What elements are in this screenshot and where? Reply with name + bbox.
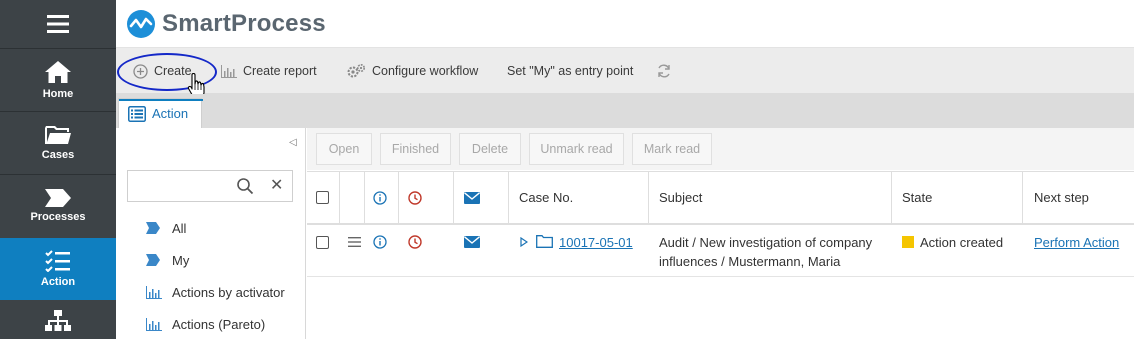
column-divider bbox=[508, 172, 509, 226]
clock-icon[interactable] bbox=[408, 191, 422, 205]
grid-area: Open Finished Delete Unmark read Mark re… bbox=[307, 128, 1134, 339]
nav-item-home[interactable]: Home bbox=[0, 49, 116, 111]
configure-workflow-label: Configure workflow bbox=[372, 64, 479, 78]
checklist-icon bbox=[45, 250, 70, 272]
clear-search-icon[interactable]: ✕ bbox=[270, 175, 283, 195]
tag-icon bbox=[146, 222, 160, 234]
refresh-icon bbox=[658, 64, 670, 78]
tab-action[interactable]: Action bbox=[118, 98, 203, 128]
column-divider bbox=[398, 172, 399, 226]
filter-panel: ◁ ✕ All My Actions by activator Actions … bbox=[116, 128, 306, 339]
app-header: SmartProcess bbox=[116, 0, 1134, 48]
unmark-read-button[interactable]: Unmark read bbox=[529, 133, 624, 165]
tab-strip: Action bbox=[116, 94, 1134, 128]
refresh-button[interactable] bbox=[656, 62, 672, 80]
tab-active-indicator bbox=[119, 99, 203, 101]
subject-line: Audit / New investigation of company bbox=[659, 235, 873, 250]
filter-item-my[interactable]: My bbox=[146, 250, 189, 270]
nav-item-processes[interactable]: Processes bbox=[0, 175, 116, 237]
menu-icon[interactable] bbox=[0, 0, 116, 48]
grid-header: Case No. Subject State Next step bbox=[307, 171, 1134, 226]
folder-icon bbox=[45, 126, 71, 144]
clock-icon[interactable] bbox=[408, 235, 422, 249]
filter-item-actions-pareto[interactable]: Actions (Pareto) bbox=[146, 314, 265, 334]
nav-item-organization[interactable] bbox=[0, 302, 116, 339]
filter-item-label: Actions by activator bbox=[172, 284, 285, 300]
finished-button[interactable]: Finished bbox=[380, 133, 451, 165]
filter-item-label: Actions (Pareto) bbox=[172, 316, 266, 332]
bar-chart-icon bbox=[221, 64, 237, 78]
create-report-label: Create report bbox=[243, 64, 317, 78]
column-divider bbox=[339, 172, 340, 226]
grid-action-bar: Open Finished Delete Unmark read Mark re… bbox=[307, 128, 1134, 170]
state-cell: Action created bbox=[902, 235, 1003, 250]
filter-search-input[interactable] bbox=[134, 177, 234, 195]
mark-read-button[interactable]: Mark read bbox=[632, 133, 712, 165]
next-step-link[interactable]: Perform Action bbox=[1034, 235, 1119, 250]
create-button[interactable]: Create bbox=[133, 62, 192, 80]
create-report-button[interactable]: Create report bbox=[221, 62, 317, 80]
org-chart-icon bbox=[45, 310, 71, 331]
row-checkbox[interactable] bbox=[316, 236, 329, 249]
case-number-link[interactable]: 10017-05-01 bbox=[559, 235, 633, 250]
info-icon[interactable] bbox=[373, 191, 387, 205]
subject-line: influences / Mustermann, Maria bbox=[659, 254, 841, 269]
column-header-case-no[interactable]: Case No. bbox=[519, 190, 573, 205]
nav-item-label: Home bbox=[42, 88, 74, 100]
bar-chart-icon bbox=[146, 317, 162, 331]
state-color-indicator bbox=[902, 236, 914, 248]
filter-item-all[interactable]: All bbox=[146, 218, 186, 238]
process-icon bbox=[45, 189, 71, 207]
column-divider bbox=[453, 172, 454, 226]
gears-icon bbox=[347, 63, 366, 78]
folder-icon bbox=[536, 235, 553, 248]
filter-item-label: My bbox=[172, 252, 190, 268]
search-icon[interactable] bbox=[236, 177, 254, 195]
table-row[interactable]: 10017-05-01 Audit / New investigation of… bbox=[307, 225, 1134, 277]
left-navigation: Home Cases Processes Action bbox=[0, 0, 116, 339]
home-icon bbox=[45, 61, 71, 83]
list-icon bbox=[128, 105, 146, 122]
set-entry-point-label: Set "My" as entry point bbox=[507, 64, 634, 78]
column-divider bbox=[891, 172, 892, 226]
configure-workflow-button[interactable]: Configure workflow bbox=[346, 62, 478, 80]
smartprocess-logo-icon bbox=[127, 10, 155, 38]
app-name: SmartProcess bbox=[162, 10, 326, 37]
tag-icon bbox=[146, 254, 160, 266]
open-button[interactable]: Open bbox=[316, 133, 372, 165]
state-label: Action created bbox=[920, 235, 1004, 250]
toolbar: Create Create report Configure workflow … bbox=[116, 48, 1134, 94]
expand-arrow-icon[interactable] bbox=[520, 237, 528, 247]
column-divider bbox=[364, 172, 365, 226]
nav-item-label: Processes bbox=[30, 211, 86, 223]
select-all-checkbox[interactable] bbox=[316, 191, 329, 204]
mail-icon[interactable] bbox=[464, 236, 480, 248]
column-header-subject[interactable]: Subject bbox=[659, 190, 702, 205]
mail-icon[interactable] bbox=[464, 192, 480, 204]
delete-button[interactable]: Delete bbox=[459, 133, 521, 165]
column-divider bbox=[648, 172, 649, 226]
column-divider bbox=[1022, 172, 1023, 226]
bar-chart-icon bbox=[146, 285, 162, 299]
nav-item-label: Action bbox=[40, 276, 76, 288]
create-label: Create bbox=[154, 64, 192, 78]
filter-search: ✕ bbox=[127, 170, 293, 202]
collapse-panel-icon[interactable]: ◁ bbox=[289, 137, 297, 148]
column-header-next-step[interactable]: Next step bbox=[1034, 190, 1089, 205]
tab-label: Action bbox=[152, 106, 189, 121]
plus-circle-icon bbox=[133, 63, 148, 79]
set-entry-point-button[interactable]: Set "My" as entry point bbox=[507, 62, 633, 80]
nav-item-cases[interactable]: Cases bbox=[0, 112, 116, 174]
info-icon[interactable] bbox=[373, 235, 387, 249]
row-menu-icon[interactable] bbox=[348, 237, 361, 247]
filter-item-label: All bbox=[172, 220, 187, 236]
column-header-state[interactable]: State bbox=[902, 190, 932, 205]
nav-item-label: Cases bbox=[41, 149, 75, 161]
app-logo[interactable]: SmartProcess bbox=[126, 9, 326, 39]
filter-item-actions-by-activator[interactable]: Actions by activator bbox=[146, 282, 285, 302]
nav-item-action[interactable]: Action bbox=[0, 238, 116, 300]
